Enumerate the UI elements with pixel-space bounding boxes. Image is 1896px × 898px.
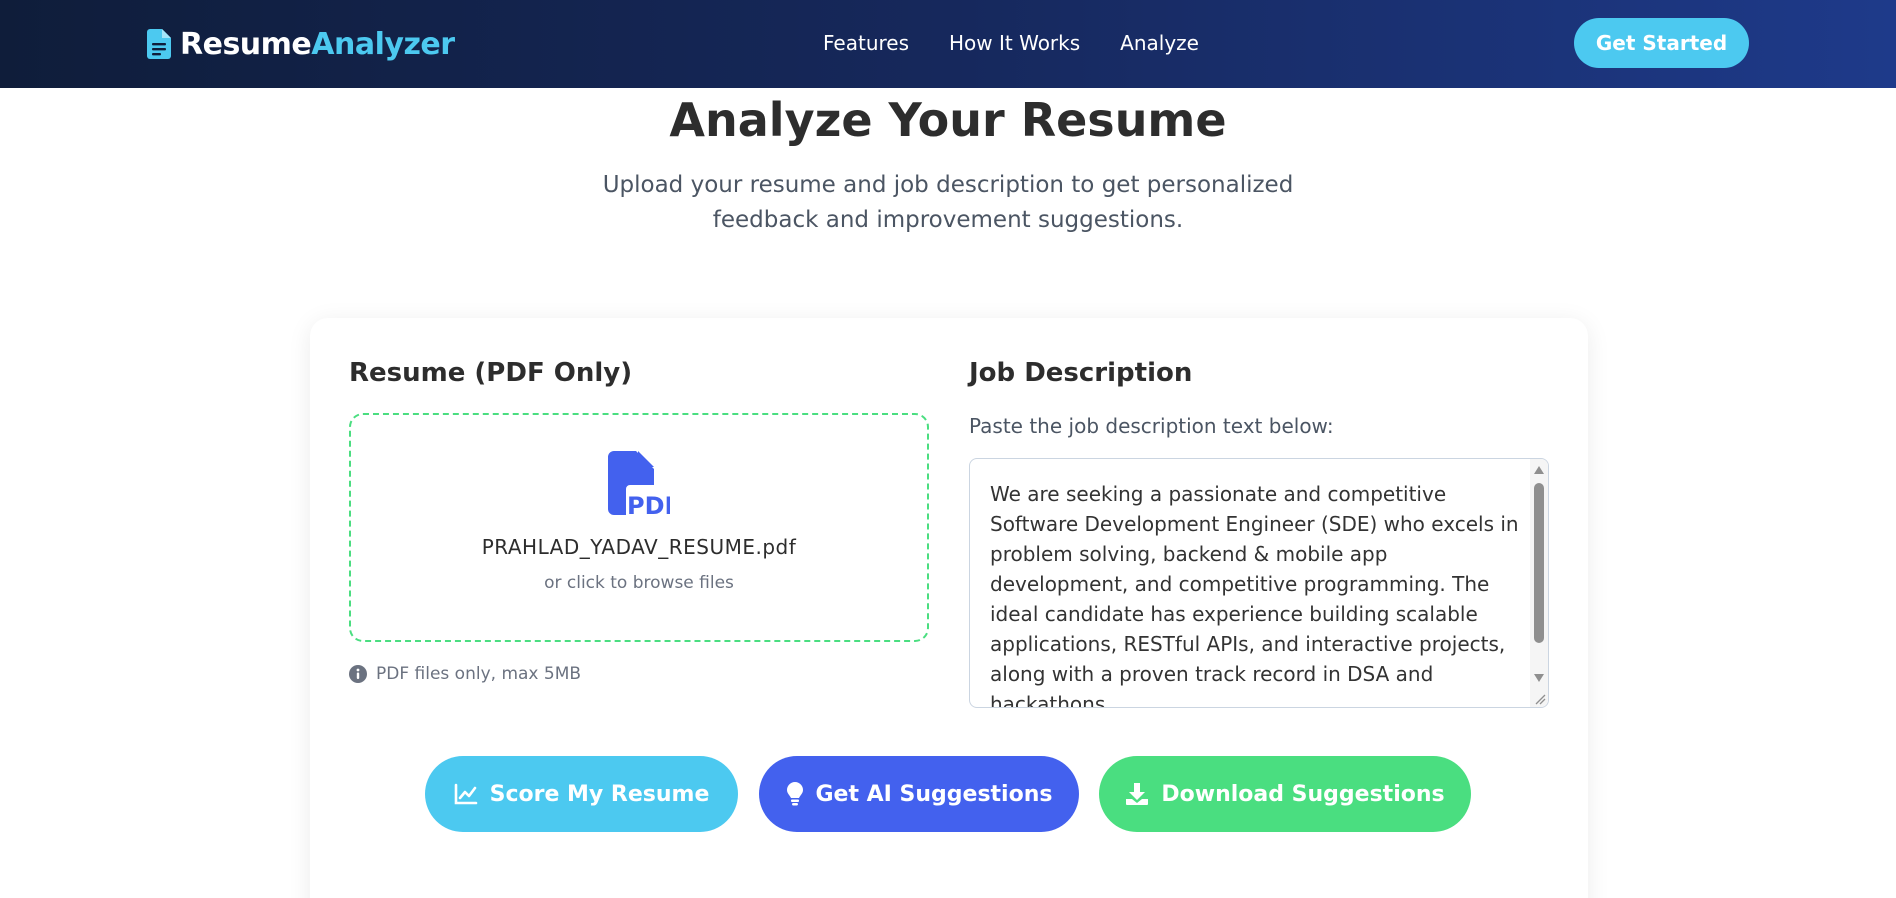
chart-line-icon — [454, 783, 477, 805]
nav-link-features[interactable]: Features — [823, 31, 909, 55]
nav-link-how-it-works[interactable]: How It Works — [949, 31, 1080, 55]
logo[interactable]: ResumeAnalyzer — [147, 25, 455, 63]
lightbulb-icon — [786, 782, 803, 806]
get-started-button[interactable]: Get Started — [1574, 18, 1749, 68]
ai-suggestions-label: Get AI Suggestions — [815, 781, 1053, 807]
pdf-file-icon: PDF — [608, 451, 670, 515]
score-resume-button[interactable]: Score My Resume — [425, 756, 738, 832]
analyzer-card: Resume (PDF Only) PDF PRAHLAD_YADAV_RESU… — [310, 318, 1588, 898]
resume-section-title: Resume (PDF Only) — [349, 358, 633, 388]
file-requirements-text: PDF files only, max 5MB — [376, 664, 582, 684]
info-icon — [349, 665, 367, 683]
score-resume-label: Score My Resume — [489, 781, 710, 807]
download-suggestions-button[interactable]: Download Suggestions — [1099, 756, 1471, 832]
job-description-textarea[interactable]: We are seeking a passionate and competit… — [969, 458, 1549, 708]
page-subtitle: Upload your resume and job description t… — [602, 172, 1294, 233]
resume-dropzone[interactable]: PDF PRAHLAD_YADAV_RESUME.pdf or click to… — [349, 413, 929, 642]
scroll-down-arrow-icon[interactable] — [1533, 673, 1545, 683]
scroll-up-arrow-icon[interactable] — [1533, 465, 1545, 475]
job-description-label: Paste the job description text below: — [969, 414, 1334, 438]
page-title: Analyze Your Resume — [669, 93, 1227, 147]
scrollbar[interactable] — [1530, 459, 1548, 689]
nav-links: Features How It Works Analyze — [823, 27, 1199, 59]
resize-grip-icon — [1535, 694, 1546, 705]
nav-link-analyze[interactable]: Analyze — [1120, 31, 1199, 55]
logo-text-analyzer: Analyzer — [311, 26, 455, 62]
file-requirements-note: PDF files only, max 5MB — [349, 664, 581, 684]
file-icon — [147, 29, 171, 59]
resize-handle[interactable] — [1530, 689, 1548, 707]
scrollbar-thumb[interactable] — [1534, 483, 1544, 643]
ai-suggestions-button[interactable]: Get AI Suggestions — [759, 756, 1079, 832]
browse-files-hint: or click to browse files — [544, 573, 734, 593]
logo-text-resume: Resume — [180, 26, 312, 62]
uploaded-file-name: PRAHLAD_YADAV_RESUME.pdf — [481, 535, 797, 559]
download-icon — [1126, 783, 1149, 805]
navbar: ResumeAnalyzer Features How It Works Ana… — [0, 0, 1896, 88]
pdf-badge-text: PDF — [627, 492, 670, 515]
download-suggestions-label: Download Suggestions — [1161, 781, 1445, 807]
job-section-title: Job Description — [969, 358, 1193, 388]
job-description-text: We are seeking a passionate and competit… — [990, 482, 1519, 708]
